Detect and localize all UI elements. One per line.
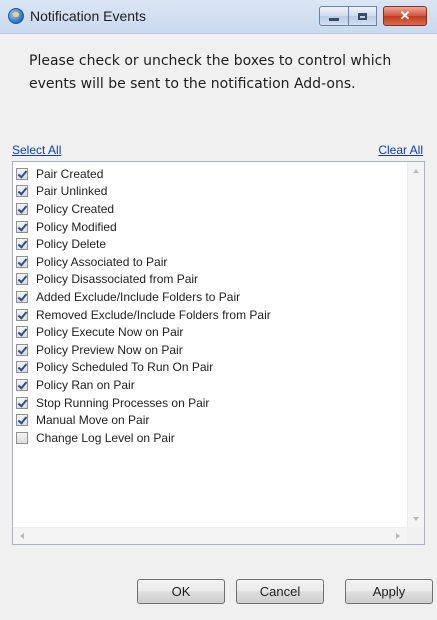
checkbox-checked[interactable]	[16, 255, 28, 268]
event-item[interactable]: Pair Created	[16, 165, 271, 183]
event-item[interactable]: Policy Preview Now on Pair	[16, 341, 271, 359]
checkbox-checked[interactable]	[16, 290, 28, 303]
checkbox-checked[interactable]	[16, 238, 28, 251]
event-item[interactable]: Policy Created	[16, 200, 271, 218]
event-label: Stop Running Processes on Pair	[36, 395, 210, 410]
event-label: Policy Execute Now on Pair	[36, 325, 184, 340]
event-item[interactable]: Policy Execute Now on Pair	[16, 323, 271, 341]
checkbox-unchecked[interactable]	[16, 431, 28, 444]
event-label: Policy Created	[36, 201, 115, 216]
checkbox-checked[interactable]	[16, 326, 28, 339]
checkbox-checked[interactable]	[16, 361, 28, 374]
scroll-left-icon[interactable]	[20, 533, 24, 539]
event-label: Policy Ran on Pair	[36, 377, 135, 392]
vertical-scrollbar[interactable]	[407, 162, 424, 528]
event-label: Removed Exclude/Include Folders from Pai…	[36, 307, 271, 322]
event-item[interactable]: Policy Delete	[16, 235, 271, 253]
event-item[interactable]: Change Log Level on Pair	[16, 429, 271, 447]
checkbox-checked[interactable]	[16, 308, 28, 321]
minimize-icon	[329, 17, 339, 21]
events-list-items: Pair Created Pair Unlinked Policy Created P…	[16, 165, 271, 447]
checkbox-checked[interactable]	[16, 202, 28, 215]
event-item[interactable]: Manual Move on Pair	[16, 411, 271, 429]
scroll-corner	[407, 527, 424, 544]
notification-events-dialog: Notification Events ✕ Please check or un…	[0, 0, 437, 620]
checkbox-checked[interactable]	[16, 220, 28, 233]
apply-button[interactable]: Apply	[345, 579, 433, 604]
clear-all-link[interactable]: Clear All	[378, 143, 423, 157]
event-label: Pair Created	[36, 166, 104, 181]
close-icon: ✕	[399, 8, 411, 23]
instructions-text: Please check or uncheck the boxes to con…	[29, 53, 392, 92]
event-label: Policy Disassociated from Pair	[36, 272, 199, 287]
maximize-icon	[358, 12, 367, 20]
scroll-right-icon[interactable]	[396, 533, 400, 539]
horizontal-scrollbar[interactable]	[13, 527, 407, 544]
event-label: Added Exclude/Include Folders to Pair	[36, 289, 241, 304]
event-item[interactable]: Pair Unlinked	[16, 183, 271, 201]
minimize-button[interactable]	[319, 6, 349, 26]
close-button[interactable]: ✕	[383, 6, 427, 26]
event-item[interactable]: Added Exclude/Include Folders to Pair	[16, 288, 271, 306]
checkbox-checked[interactable]	[16, 414, 28, 427]
window-title: Notification Events	[30, 8, 146, 24]
cancel-button[interactable]: Cancel	[236, 579, 324, 604]
event-label: Policy Preview Now on Pair	[36, 342, 183, 357]
event-item[interactable]: Policy Scheduled To Run On Pair	[16, 359, 271, 377]
checkbox-checked[interactable]	[16, 396, 28, 409]
event-item[interactable]: Policy Ran on Pair	[16, 376, 271, 394]
ok-button[interactable]: OK	[137, 579, 225, 604]
event-label: Pair Unlinked	[36, 184, 108, 199]
event-label: Policy Associated to Pair	[36, 254, 168, 269]
event-label: Manual Move on Pair	[36, 413, 150, 428]
event-item[interactable]: Removed Exclude/Include Folders from Pai…	[16, 306, 271, 324]
checkbox-checked[interactable]	[16, 343, 28, 356]
maximize-button[interactable]	[349, 6, 377, 26]
checkbox-checked[interactable]	[16, 273, 28, 286]
events-list: Pair Created Pair Unlinked Policy Created P…	[12, 161, 425, 545]
notification-app-icon	[8, 8, 24, 24]
title-bar[interactable]: Notification Events ✕	[0, 0, 437, 34]
scroll-down-icon[interactable]	[413, 517, 419, 521]
checkbox-checked[interactable]	[16, 378, 28, 391]
event-label: Policy Scheduled To Run On Pair	[36, 360, 214, 375]
event-label: Policy Delete	[36, 237, 107, 252]
checkbox-checked[interactable]	[16, 185, 28, 198]
event-item[interactable]: Policy Modified	[16, 218, 271, 236]
event-label: Change Log Level on Pair	[36, 430, 175, 445]
event-item[interactable]: Policy Associated to Pair	[16, 253, 271, 271]
event-label: Policy Modified	[36, 219, 117, 234]
scroll-up-icon[interactable]	[413, 169, 419, 173]
event-item[interactable]: Stop Running Processes on Pair	[16, 394, 271, 412]
checkbox-checked[interactable]	[16, 167, 28, 180]
event-item[interactable]: Policy Disassociated from Pair	[16, 271, 271, 289]
select-all-link[interactable]: Select All	[12, 143, 61, 157]
